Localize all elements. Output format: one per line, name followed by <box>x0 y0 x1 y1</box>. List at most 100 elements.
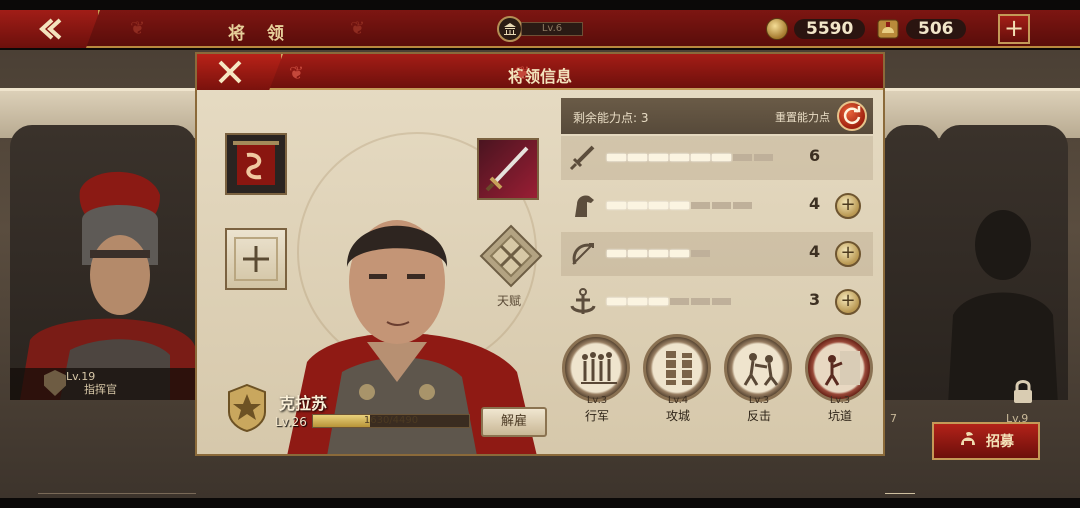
general-card-locked[interactable] <box>938 125 1068 400</box>
city-level: Lv.6 <box>521 22 583 36</box>
stat-pip <box>607 250 626 257</box>
skill-level: Lv.3 <box>829 395 851 406</box>
stat-pip <box>628 250 647 257</box>
skill-name: 反击 <box>746 409 771 423</box>
temple-icon <box>497 16 523 42</box>
rank-badge-icon <box>228 384 266 432</box>
back-button[interactable] <box>0 10 100 48</box>
general-card-left[interactable]: Lv.19 指挥官 <box>10 125 196 400</box>
skill-icon <box>643 334 711 402</box>
stat-row: 3 + <box>561 280 873 324</box>
honor-resource: 506 <box>876 15 966 43</box>
recruit-label: 招募 <box>986 434 1014 450</box>
stat-pip <box>670 202 689 209</box>
general-info-dialog: ❦ 将领信息 ❦ 天赋 克拉苏 Lv.26 1630/4490 解雇 剩余能力点… <box>195 52 885 456</box>
skill-item[interactable]: Lv.4 攻城 <box>643 334 713 424</box>
stat-pip <box>670 250 689 257</box>
ability-points-bar: 剩余能力点: 3 重置能力点 <box>561 98 873 134</box>
gold-resource: 5590 <box>766 15 866 43</box>
stat-pip <box>607 202 626 209</box>
top-bar: ❦ 将 领 ❦ Lv.6 5590 506 + <box>0 10 1080 48</box>
stat-pip <box>733 154 752 161</box>
add-stat-button[interactable]: + <box>835 241 861 267</box>
stat-pip <box>628 202 647 209</box>
hero-name: 克拉苏 <box>279 394 328 413</box>
divider-line-left <box>38 493 196 494</box>
refresh-icon <box>843 106 861 124</box>
card-level-partial: 7 <box>890 412 897 425</box>
stat-pips <box>607 250 710 257</box>
skill-level: Lv.3 <box>748 395 770 406</box>
anchor-icon <box>570 288 596 314</box>
skill-name: 行军 <box>584 409 609 423</box>
stat-pip <box>649 298 668 305</box>
stat-pip <box>649 202 668 209</box>
card-role: 指挥官 <box>84 383 117 396</box>
stat-pip <box>712 202 731 209</box>
reset-points-button[interactable] <box>837 101 867 131</box>
stat-value: 3 <box>809 290 821 309</box>
stat-pip <box>628 154 647 161</box>
bow-icon <box>572 243 594 265</box>
recruit-button[interactable]: 招募 <box>932 422 1040 460</box>
dialog-title: 将领信息 <box>507 67 572 86</box>
skill-icon <box>562 334 630 402</box>
skill-level: Lv.3 <box>586 395 608 406</box>
honor-amount: 506 <box>906 19 966 39</box>
general-card-right-1[interactable] <box>884 125 940 400</box>
soldier-portrait <box>20 171 196 400</box>
stat-row: 4 + <box>561 184 873 228</box>
stat-pip <box>649 250 668 257</box>
skill-item[interactable]: Lv.3 行军 <box>562 334 632 424</box>
reset-points-label: 重置能力点 <box>775 111 830 124</box>
laurel-left-icon: ❦ <box>130 18 146 39</box>
skill-item[interactable]: Lv.3 反击 <box>724 334 794 424</box>
stat-pips <box>607 154 773 161</box>
xp-text: 1630/4490 <box>363 415 419 426</box>
stat-pip <box>754 154 773 161</box>
sword-icon <box>569 145 595 171</box>
stat-row: 6 <box>561 136 873 180</box>
stat-pip <box>691 154 710 161</box>
locked-silhouette <box>948 210 1058 400</box>
gold-amount: 5590 <box>794 19 866 39</box>
stat-row: 4 + <box>561 232 873 276</box>
rank-shield-icon <box>44 370 66 396</box>
skill-level: Lv.4 <box>667 395 689 406</box>
city-level-chip[interactable]: Lv.6 <box>497 15 583 43</box>
lock-icon <box>1014 380 1032 403</box>
skill-name: 坑道 <box>827 409 852 423</box>
divider-line-right <box>885 493 915 494</box>
stat-pips <box>607 298 731 305</box>
add-stat-button[interactable]: + <box>835 193 861 219</box>
horse-icon <box>575 195 594 217</box>
xp-bar: 1630/4490 <box>312 414 470 428</box>
stat-pip <box>733 202 752 209</box>
stat-pip <box>712 298 731 305</box>
stat-pip <box>670 154 689 161</box>
laurel-right-icon: ❦ <box>515 63 531 84</box>
stat-value: 4 <box>809 242 821 261</box>
stat-pips <box>607 202 752 209</box>
stat-pip <box>607 298 626 305</box>
skill-icon <box>805 334 873 402</box>
stat-value: 6 <box>809 146 821 165</box>
hero-pane: 天赋 克拉苏 Lv.26 1630/4490 解雇 <box>197 92 557 454</box>
laurel-right-icon: ❦ <box>350 18 366 39</box>
add-resource-button[interactable]: + <box>998 14 1030 44</box>
stat-pip <box>712 154 731 161</box>
stat-pip <box>649 154 668 161</box>
card-footer: Lv.19 指挥官 <box>10 368 196 400</box>
stat-pip <box>691 298 710 305</box>
stat-pip <box>607 154 626 161</box>
dismiss-button[interactable]: 解雇 <box>481 407 547 437</box>
stat-pip <box>670 298 689 305</box>
helmet-currency-icon <box>877 19 899 39</box>
remaining-points: 剩余能力点: 3 <box>573 111 649 125</box>
skill-name: 攻城 <box>665 409 690 423</box>
stat-value: 4 <box>809 194 821 213</box>
add-stat-button[interactable]: + <box>835 289 861 315</box>
skill-item[interactable]: Lv.3 坑道 <box>805 334 875 424</box>
stat-pip <box>691 202 710 209</box>
helmet-icon <box>961 431 975 445</box>
